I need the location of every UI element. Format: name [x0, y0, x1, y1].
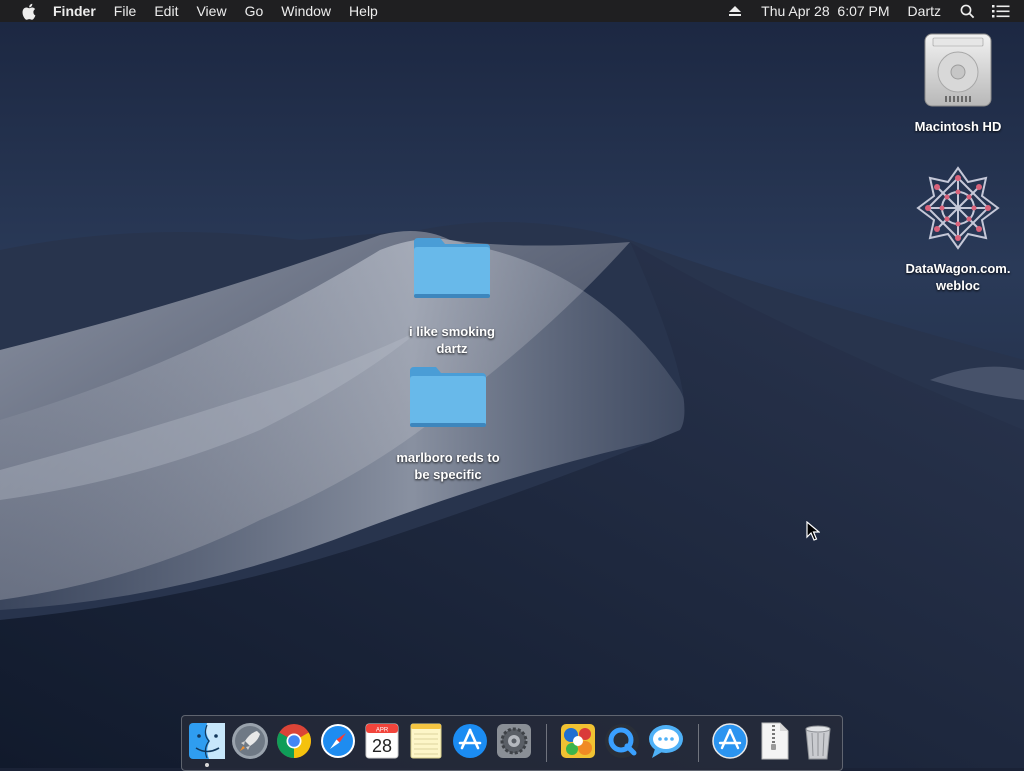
- desktop-item-label: marlboro reds to be specific: [396, 450, 500, 482]
- desktop-item-datawagon-webloc[interactable]: DataWagon.com. webloc: [898, 166, 1018, 294]
- dock-notes[interactable]: [406, 721, 446, 761]
- desktop-wallpaper: [0, 0, 1024, 768]
- dock-game[interactable]: [558, 721, 598, 761]
- menu-window[interactable]: Window: [272, 0, 340, 22]
- folder-icon: [410, 367, 486, 427]
- apple-icon[interactable]: [18, 0, 38, 22]
- dock-separator: [698, 724, 699, 762]
- menu-go[interactable]: Go: [236, 0, 273, 22]
- menu-clock[interactable]: Thu Apr 28 6:07 PM: [752, 0, 898, 22]
- menu-file[interactable]: File: [105, 0, 146, 22]
- chrome-icon: [277, 724, 311, 758]
- launchpad-icon: [232, 723, 268, 759]
- desktop-item-macintosh-hd[interactable]: Macintosh HD: [903, 32, 1013, 135]
- downloads-icon: [712, 723, 748, 759]
- dock: APR 28: [181, 715, 843, 771]
- dock-app-store[interactable]: [450, 721, 490, 761]
- dock-quicktime[interactable]: [602, 721, 642, 761]
- menu-app-name[interactable]: Finder: [44, 0, 105, 22]
- dock-calendar[interactable]: APR 28: [362, 721, 402, 761]
- menu-view[interactable]: View: [187, 0, 235, 22]
- dock-separator: [546, 724, 547, 762]
- calendar-icon: APR 28: [365, 723, 399, 759]
- messages-icon: [649, 725, 683, 758]
- eject-icon[interactable]: [724, 0, 746, 22]
- dock-messages[interactable]: [646, 721, 686, 761]
- dock-downloads[interactable]: [710, 721, 750, 761]
- mouse-cursor-icon: [806, 521, 820, 541]
- webloc-icon: [916, 166, 1000, 250]
- quicktime-icon: [605, 724, 639, 758]
- menu-help[interactable]: Help: [340, 0, 387, 22]
- desktop-item-label: Macintosh HD: [914, 119, 1002, 134]
- desktop-item-label: i like smoking dartz: [409, 324, 495, 356]
- dock-documents[interactable]: [754, 721, 794, 761]
- menu-bar: Finder File Edit View Go Window Help Thu…: [0, 0, 1024, 22]
- notification-center-icon[interactable]: [990, 0, 1012, 22]
- dock-system-preferences[interactable]: [494, 721, 534, 761]
- dock-chrome[interactable]: [274, 721, 314, 761]
- desktop-item-label: DataWagon.com. webloc: [905, 261, 1011, 293]
- dock-safari[interactable]: [318, 721, 358, 761]
- folder-icon: [414, 238, 490, 298]
- calendar-month: APR: [376, 728, 389, 734]
- hard-drive-icon: [924, 33, 992, 107]
- notes-icon: [410, 723, 442, 759]
- trash-icon: [805, 725, 831, 760]
- game-icon: [561, 724, 595, 758]
- menu-edit[interactable]: Edit: [145, 0, 187, 22]
- menu-user[interactable]: Dartz: [899, 0, 950, 22]
- desktop-item-folder-2[interactable]: marlboro reds to be specific: [388, 365, 508, 483]
- app-store-icon: [453, 724, 487, 758]
- safari-icon: [321, 724, 355, 758]
- calendar-day: 28: [372, 736, 392, 756]
- dock-launchpad[interactable]: [230, 721, 270, 761]
- dock-finder[interactable]: [187, 721, 227, 761]
- finder-icon: [189, 723, 225, 759]
- dock-trash[interactable]: [798, 721, 838, 761]
- spotlight-icon[interactable]: [956, 0, 978, 22]
- desktop-item-folder-1[interactable]: i like smoking dartz: [392, 236, 512, 357]
- archive-icon: [761, 722, 789, 760]
- dock-running-indicator: [205, 763, 209, 767]
- gear-icon: [497, 724, 531, 758]
